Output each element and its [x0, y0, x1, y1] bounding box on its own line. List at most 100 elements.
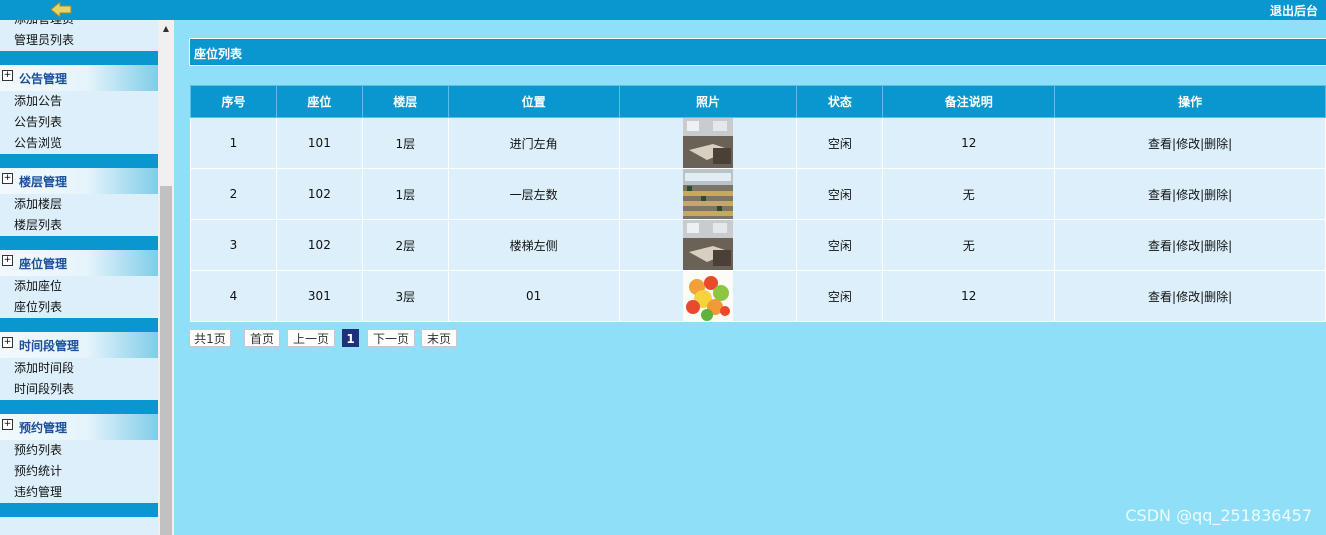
cell-floor: 1层 — [361, 117, 449, 169]
table-header-row: 序号 座位 楼层 位置 照片 状态 备注说明 操作 — [190, 85, 1326, 118]
sidebar-item-floor-list[interactable]: 楼层列表 — [0, 215, 158, 236]
column-header: 备注说明 — [882, 85, 1056, 118]
cell-seat: 102 — [275, 168, 363, 220]
sidebar-item-notice-browse[interactable]: 公告浏览 — [0, 133, 158, 154]
top-bar: 退出后台 — [0, 0, 1326, 20]
reading-room-photo[interactable] — [683, 169, 734, 219]
op-separator: | — [1228, 187, 1233, 202]
sidebar-separator — [0, 503, 158, 517]
sidebar-item-add-seat[interactable]: 添加座位 — [0, 276, 158, 297]
table-row: 3 102 2层 楼梯左侧 空闲 无 查看|修改|删除| — [190, 219, 1326, 271]
cell-photo — [618, 117, 798, 169]
edit-link[interactable]: 修改 — [1176, 137, 1200, 151]
sidebar-group-notice[interactable]: + 公告管理 — [0, 65, 158, 91]
table-row: 1 101 1层 进门左角 空闲 12 查看|修改|删除| — [190, 117, 1326, 169]
sidebar-item-add-admin[interactable]: 添加管理员 — [0, 20, 158, 30]
panel-title-bar: 座位列表 — [189, 38, 1326, 66]
page-total: 共1页 — [189, 329, 231, 347]
expand-plus-icon[interactable]: + — [2, 419, 13, 430]
op-separator: | — [1228, 136, 1233, 151]
cell-location: 01 — [447, 270, 620, 322]
cell-note: 无 — [882, 168, 1056, 220]
view-link[interactable]: 查看 — [1148, 137, 1172, 151]
next-page-button[interactable]: 下一页 — [367, 329, 415, 347]
column-header: 序号 — [190, 85, 277, 118]
classroom-photo[interactable] — [683, 118, 734, 168]
sidebar-item-notice-list[interactable]: 公告列表 — [0, 112, 158, 133]
first-page-button[interactable]: 首页 — [244, 329, 280, 347]
scrollbar-thumb[interactable] — [160, 186, 172, 535]
table-row: 4 301 3层 01 空闲 12 查看|修改|删除| — [190, 270, 1326, 322]
sidebar-scrollbar[interactable]: ▲ — [158, 20, 174, 535]
sidebar-item-reservation-list[interactable]: 预约列表 — [0, 440, 158, 461]
sidebar-group-title: 座位管理 — [19, 257, 68, 271]
cell-operations: 查看|修改|删除| — [1054, 168, 1326, 220]
sidebar-separator — [0, 51, 158, 65]
cell-floor: 3层 — [361, 270, 449, 322]
sidebar-group-reservation[interactable]: + 预约管理 — [0, 414, 158, 440]
cell-photo — [618, 270, 798, 322]
expand-plus-icon[interactable]: + — [2, 337, 13, 348]
edit-link[interactable]: 修改 — [1176, 239, 1200, 253]
current-page[interactable]: 1 — [342, 329, 359, 347]
cell-status: 空闲 — [796, 219, 884, 271]
sidebar-group-seat[interactable]: + 座位管理 — [0, 250, 158, 276]
sidebar-group-title: 时间段管理 — [19, 339, 80, 353]
cell-note: 12 — [882, 117, 1056, 169]
sidebar-separator — [0, 400, 158, 414]
cell-location: 进门左角 — [447, 117, 620, 169]
expand-plus-icon[interactable]: + — [2, 70, 13, 81]
edit-link[interactable]: 修改 — [1176, 188, 1200, 202]
cell-note: 无 — [882, 219, 1056, 271]
column-header: 状态 — [796, 85, 884, 118]
cell-no: 1 — [190, 117, 277, 169]
op-separator: | — [1228, 289, 1233, 304]
view-link[interactable]: 查看 — [1148, 188, 1172, 202]
cell-seat: 101 — [275, 117, 363, 169]
column-header: 座位 — [275, 85, 363, 118]
cell-no: 4 — [190, 270, 277, 322]
sidebar-separator — [0, 154, 158, 168]
sidebar-item-add-timeslot[interactable]: 添加时间段 — [0, 358, 158, 379]
last-page-button[interactable]: 末页 — [421, 329, 457, 347]
view-link[interactable]: 查看 — [1148, 290, 1172, 304]
delete-link[interactable]: 删除 — [1204, 188, 1228, 202]
view-link[interactable]: 查看 — [1148, 239, 1172, 253]
cell-seat: 301 — [275, 270, 363, 322]
cell-location: 楼梯左侧 — [447, 219, 620, 271]
sidebar-item-seat-list[interactable]: 座位列表 — [0, 297, 158, 318]
delete-link[interactable]: 删除 — [1204, 137, 1228, 151]
sidebar-item-add-notice[interactable]: 添加公告 — [0, 91, 158, 112]
op-separator: | — [1228, 238, 1233, 253]
sidebar-separator — [0, 318, 158, 332]
cell-floor: 1层 — [361, 168, 449, 220]
candy-photo[interactable] — [683, 271, 734, 321]
logout-link[interactable]: 退出后台 — [1270, 2, 1318, 19]
edit-link[interactable]: 修改 — [1176, 290, 1200, 304]
sidebar-item-violation-manage[interactable]: 违约管理 — [0, 482, 158, 503]
classroom-photo[interactable] — [683, 220, 734, 270]
prev-page-button[interactable]: 上一页 — [287, 329, 335, 347]
cell-no: 2 — [190, 168, 277, 220]
cell-floor: 2层 — [361, 219, 449, 271]
sidebar-menu: 添加管理员 管理员列表 + 公告管理 添加公告 公告列表 公告浏览 + 楼层管理… — [0, 20, 158, 535]
back-arrow-icon[interactable] — [50, 1, 72, 18]
column-header: 操作 — [1054, 85, 1326, 118]
sidebar-item-reservation-stats[interactable]: 预约统计 — [0, 461, 158, 482]
cell-operations: 查看|修改|删除| — [1054, 117, 1326, 169]
cell-note: 12 — [882, 270, 1056, 322]
column-header: 楼层 — [361, 85, 449, 118]
sidebar-item-add-floor[interactable]: 添加楼层 — [0, 194, 158, 215]
page-title: 座位列表 — [194, 47, 243, 61]
expand-plus-icon[interactable]: + — [2, 255, 13, 266]
column-header: 照片 — [618, 85, 798, 118]
sidebar-group-floor[interactable]: + 楼层管理 — [0, 168, 158, 194]
scroll-up-arrow-icon[interactable]: ▲ — [158, 20, 174, 38]
delete-link[interactable]: 删除 — [1204, 290, 1228, 304]
sidebar-item-admin-list[interactable]: 管理员列表 — [0, 30, 158, 51]
expand-plus-icon[interactable]: + — [2, 173, 13, 184]
sidebar-item-timeslot-list[interactable]: 时间段列表 — [0, 379, 158, 400]
sidebar-group-timeslot[interactable]: + 时间段管理 — [0, 332, 158, 358]
sidebar-group-title: 楼层管理 — [19, 175, 68, 189]
delete-link[interactable]: 删除 — [1204, 239, 1228, 253]
